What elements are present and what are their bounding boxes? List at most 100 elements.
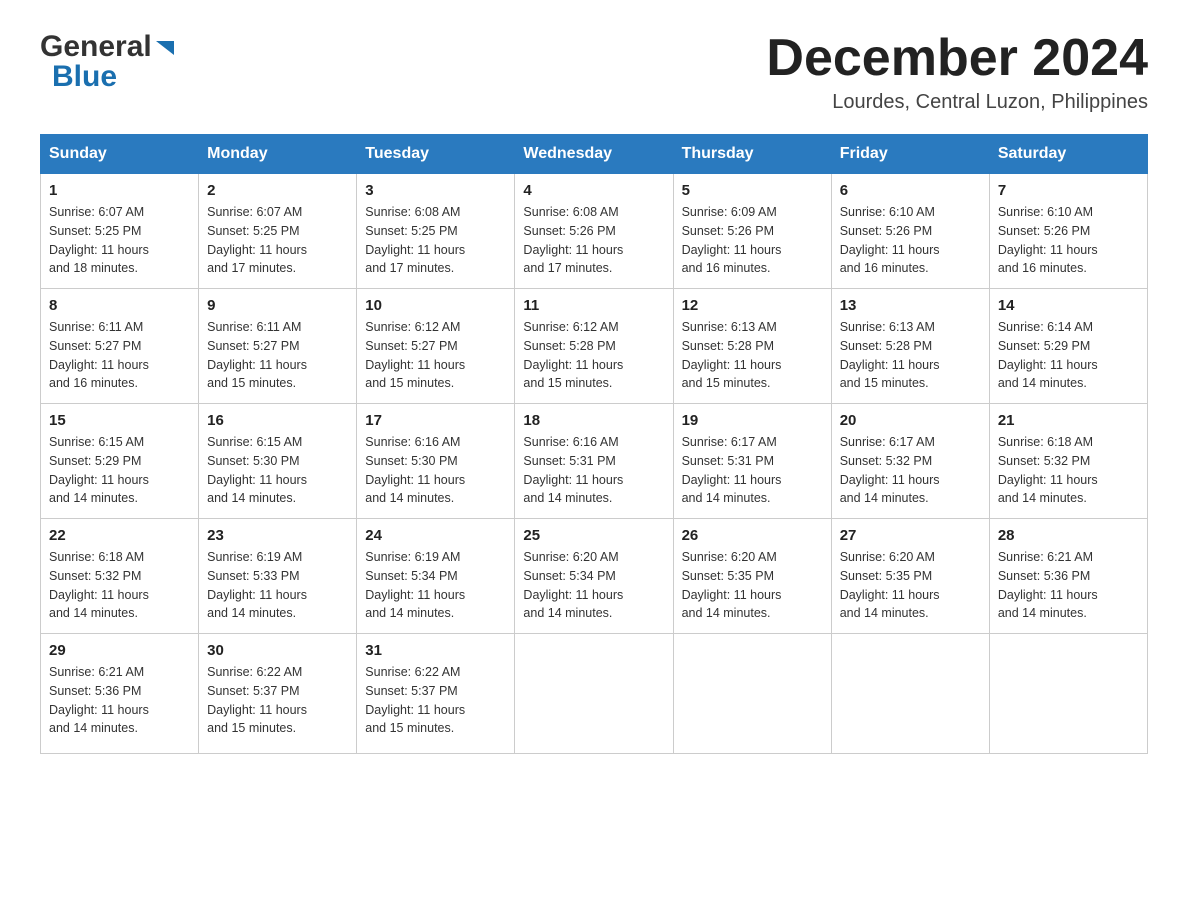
day-info: Sunrise: 6:12 AM Sunset: 5:28 PM Dayligh… xyxy=(523,318,664,393)
day-number: 20 xyxy=(840,412,981,429)
day-info: Sunrise: 6:19 AM Sunset: 5:33 PM Dayligh… xyxy=(207,548,348,623)
table-row: 30 Sunrise: 6:22 AM Sunset: 5:37 PM Dayl… xyxy=(199,634,357,754)
day-info: Sunrise: 6:14 AM Sunset: 5:29 PM Dayligh… xyxy=(998,318,1139,393)
table-row xyxy=(989,634,1147,754)
day-number: 24 xyxy=(365,527,506,544)
table-row: 16 Sunrise: 6:15 AM Sunset: 5:30 PM Dayl… xyxy=(199,404,357,519)
day-info: Sunrise: 6:07 AM Sunset: 5:25 PM Dayligh… xyxy=(207,203,348,278)
day-number: 15 xyxy=(49,412,190,429)
day-number: 18 xyxy=(523,412,664,429)
title-block: December 2024 Lourdes, Central Luzon, Ph… xyxy=(766,30,1148,114)
table-row xyxy=(831,634,989,754)
table-row: 4 Sunrise: 6:08 AM Sunset: 5:26 PM Dayli… xyxy=(515,174,673,289)
table-row: 28 Sunrise: 6:21 AM Sunset: 5:36 PM Dayl… xyxy=(989,519,1147,634)
day-number: 19 xyxy=(682,412,823,429)
day-info: Sunrise: 6:09 AM Sunset: 5:26 PM Dayligh… xyxy=(682,203,823,278)
calendar-week-row: 1 Sunrise: 6:07 AM Sunset: 5:25 PM Dayli… xyxy=(41,174,1148,289)
table-row: 14 Sunrise: 6:14 AM Sunset: 5:29 PM Dayl… xyxy=(989,289,1147,404)
day-info: Sunrise: 6:17 AM Sunset: 5:31 PM Dayligh… xyxy=(682,433,823,508)
table-row: 25 Sunrise: 6:20 AM Sunset: 5:34 PM Dayl… xyxy=(515,519,673,634)
table-row: 19 Sunrise: 6:17 AM Sunset: 5:31 PM Dayl… xyxy=(673,404,831,519)
day-info: Sunrise: 6:20 AM Sunset: 5:35 PM Dayligh… xyxy=(840,548,981,623)
logo-general-text: General xyxy=(40,30,152,64)
table-row: 24 Sunrise: 6:19 AM Sunset: 5:34 PM Dayl… xyxy=(357,519,515,634)
day-number: 25 xyxy=(523,527,664,544)
day-info: Sunrise: 6:20 AM Sunset: 5:35 PM Dayligh… xyxy=(682,548,823,623)
table-row: 6 Sunrise: 6:10 AM Sunset: 5:26 PM Dayli… xyxy=(831,174,989,289)
day-info: Sunrise: 6:13 AM Sunset: 5:28 PM Dayligh… xyxy=(682,318,823,393)
day-info: Sunrise: 6:21 AM Sunset: 5:36 PM Dayligh… xyxy=(49,663,190,738)
day-info: Sunrise: 6:07 AM Sunset: 5:25 PM Dayligh… xyxy=(49,203,190,278)
calendar-body: 1 Sunrise: 6:07 AM Sunset: 5:25 PM Dayli… xyxy=(41,174,1148,754)
table-row: 21 Sunrise: 6:18 AM Sunset: 5:32 PM Dayl… xyxy=(989,404,1147,519)
day-number: 4 xyxy=(523,182,664,199)
table-row: 13 Sunrise: 6:13 AM Sunset: 5:28 PM Dayl… xyxy=(831,289,989,404)
location-subtitle: Lourdes, Central Luzon, Philippines xyxy=(766,91,1148,114)
day-info: Sunrise: 6:16 AM Sunset: 5:31 PM Dayligh… xyxy=(523,433,664,508)
day-number: 5 xyxy=(682,182,823,199)
day-info: Sunrise: 6:22 AM Sunset: 5:37 PM Dayligh… xyxy=(365,663,506,738)
table-row: 12 Sunrise: 6:13 AM Sunset: 5:28 PM Dayl… xyxy=(673,289,831,404)
day-number: 8 xyxy=(49,297,190,314)
day-number: 16 xyxy=(207,412,348,429)
day-number: 7 xyxy=(998,182,1139,199)
day-number: 1 xyxy=(49,182,190,199)
calendar-week-row: 8 Sunrise: 6:11 AM Sunset: 5:27 PM Dayli… xyxy=(41,289,1148,404)
day-info: Sunrise: 6:18 AM Sunset: 5:32 PM Dayligh… xyxy=(49,548,190,623)
day-number: 30 xyxy=(207,642,348,659)
table-row: 26 Sunrise: 6:20 AM Sunset: 5:35 PM Dayl… xyxy=(673,519,831,634)
table-row xyxy=(515,634,673,754)
day-number: 21 xyxy=(998,412,1139,429)
calendar-week-row: 29 Sunrise: 6:21 AM Sunset: 5:36 PM Dayl… xyxy=(41,634,1148,754)
day-number: 11 xyxy=(523,297,664,314)
calendar-week-row: 15 Sunrise: 6:15 AM Sunset: 5:29 PM Dayl… xyxy=(41,404,1148,519)
day-number: 14 xyxy=(998,297,1139,314)
day-number: 9 xyxy=(207,297,348,314)
day-info: Sunrise: 6:22 AM Sunset: 5:37 PM Dayligh… xyxy=(207,663,348,738)
table-row: 18 Sunrise: 6:16 AM Sunset: 5:31 PM Dayl… xyxy=(515,404,673,519)
table-row: 22 Sunrise: 6:18 AM Sunset: 5:32 PM Dayl… xyxy=(41,519,199,634)
table-row xyxy=(673,634,831,754)
day-info: Sunrise: 6:20 AM Sunset: 5:34 PM Dayligh… xyxy=(523,548,664,623)
table-row: 29 Sunrise: 6:21 AM Sunset: 5:36 PM Dayl… xyxy=(41,634,199,754)
table-row: 23 Sunrise: 6:19 AM Sunset: 5:33 PM Dayl… xyxy=(199,519,357,634)
day-info: Sunrise: 6:18 AM Sunset: 5:32 PM Dayligh… xyxy=(998,433,1139,508)
logo-blue-text: Blue xyxy=(52,60,117,93)
day-number: 29 xyxy=(49,642,190,659)
table-row: 31 Sunrise: 6:22 AM Sunset: 5:37 PM Dayl… xyxy=(357,634,515,754)
day-number: 28 xyxy=(998,527,1139,544)
calendar-header-row: Sunday Monday Tuesday Wednesday Thursday… xyxy=(41,135,1148,174)
calendar-table: Sunday Monday Tuesday Wednesday Thursday… xyxy=(40,134,1148,754)
day-number: 31 xyxy=(365,642,506,659)
day-number: 26 xyxy=(682,527,823,544)
table-row: 11 Sunrise: 6:12 AM Sunset: 5:28 PM Dayl… xyxy=(515,289,673,404)
day-info: Sunrise: 6:21 AM Sunset: 5:36 PM Dayligh… xyxy=(998,548,1139,623)
col-thursday: Thursday xyxy=(673,135,831,174)
day-info: Sunrise: 6:12 AM Sunset: 5:27 PM Dayligh… xyxy=(365,318,506,393)
col-wednesday: Wednesday xyxy=(515,135,673,174)
table-row: 1 Sunrise: 6:07 AM Sunset: 5:25 PM Dayli… xyxy=(41,174,199,289)
page-header: General Blue December 2024 Lourdes, Cent… xyxy=(40,30,1148,114)
day-info: Sunrise: 6:10 AM Sunset: 5:26 PM Dayligh… xyxy=(998,203,1139,278)
day-info: Sunrise: 6:08 AM Sunset: 5:25 PM Dayligh… xyxy=(365,203,506,278)
day-info: Sunrise: 6:11 AM Sunset: 5:27 PM Dayligh… xyxy=(49,318,190,393)
table-row: 20 Sunrise: 6:17 AM Sunset: 5:32 PM Dayl… xyxy=(831,404,989,519)
col-monday: Monday xyxy=(199,135,357,174)
month-title: December 2024 xyxy=(766,30,1148,87)
day-info: Sunrise: 6:10 AM Sunset: 5:26 PM Dayligh… xyxy=(840,203,981,278)
day-number: 13 xyxy=(840,297,981,314)
day-info: Sunrise: 6:16 AM Sunset: 5:30 PM Dayligh… xyxy=(365,433,506,508)
day-number: 22 xyxy=(49,527,190,544)
day-info: Sunrise: 6:17 AM Sunset: 5:32 PM Dayligh… xyxy=(840,433,981,508)
col-sunday: Sunday xyxy=(41,135,199,174)
day-number: 2 xyxy=(207,182,348,199)
table-row: 9 Sunrise: 6:11 AM Sunset: 5:27 PM Dayli… xyxy=(199,289,357,404)
day-info: Sunrise: 6:11 AM Sunset: 5:27 PM Dayligh… xyxy=(207,318,348,393)
table-row: 17 Sunrise: 6:16 AM Sunset: 5:30 PM Dayl… xyxy=(357,404,515,519)
col-friday: Friday xyxy=(831,135,989,174)
day-number: 23 xyxy=(207,527,348,544)
logo-triangle-icon xyxy=(156,37,178,59)
table-row: 2 Sunrise: 6:07 AM Sunset: 5:25 PM Dayli… xyxy=(199,174,357,289)
table-row: 10 Sunrise: 6:12 AM Sunset: 5:27 PM Dayl… xyxy=(357,289,515,404)
day-number: 3 xyxy=(365,182,506,199)
